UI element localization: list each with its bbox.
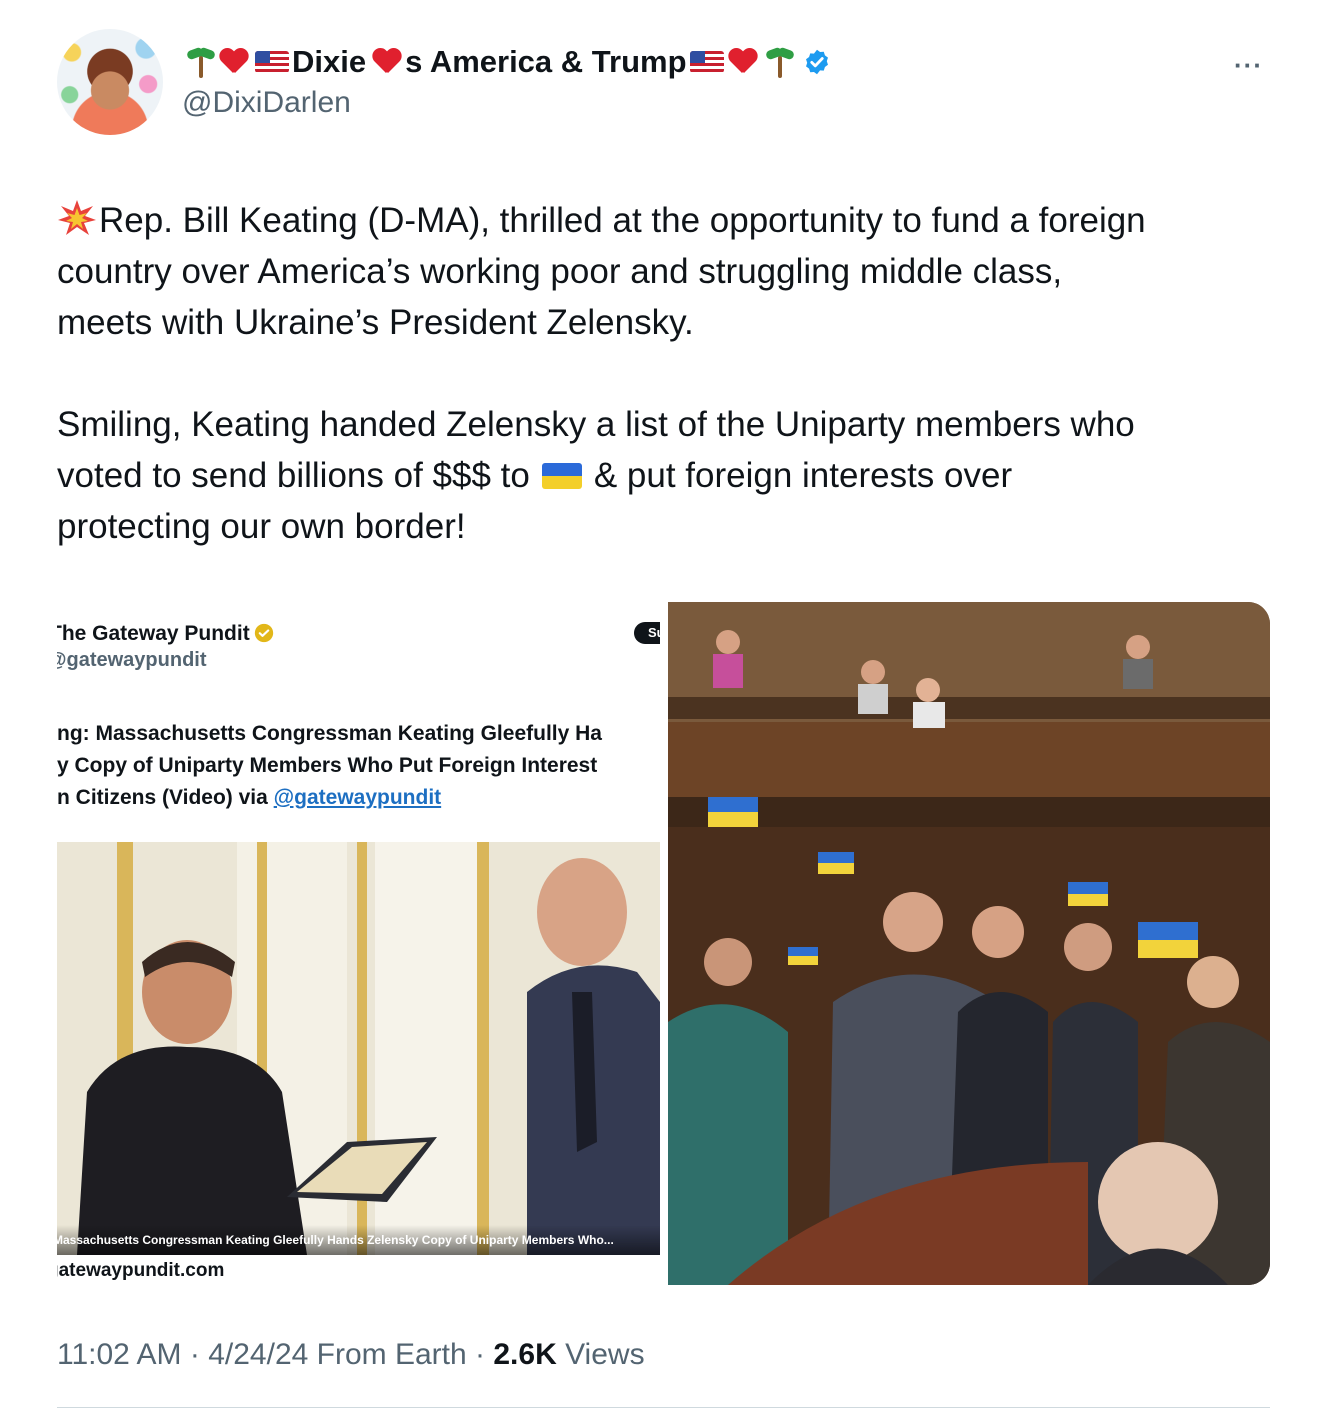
embed-photo (57, 842, 660, 1255)
separator: · (475, 1338, 486, 1371)
post-paragraph-1: Rep. Bill Keating (D-MA), thrilled at th… (57, 201, 1146, 342)
author-avatar[interactable] (57, 29, 163, 135)
red-heart-icon (374, 49, 402, 75)
embed-domain: gatewaypundit.com (57, 1260, 225, 1281)
views-count[interactable]: 2.6K (493, 1338, 556, 1371)
red-heart-icon (730, 49, 758, 75)
embed-source-handle: @gatewaypundit (57, 649, 207, 671)
palm-tree-icon (764, 46, 795, 78)
ukraine-flag-icon (541, 463, 582, 489)
author-handle[interactable]: @DixiDarlen (182, 86, 351, 120)
us-flag-icon (255, 51, 289, 73)
embed-handle-link: @gatewaypundit (273, 786, 442, 809)
palm-tree-icon (185, 46, 217, 78)
chamber-photo-illustration (668, 602, 1270, 1285)
display-name-part-2: s America & Trump (405, 44, 687, 79)
post-source: From Earth (316, 1338, 467, 1371)
post-date[interactable]: 4/24/24 (208, 1338, 308, 1371)
more-options-icon[interactable]: ··· (1234, 50, 1263, 81)
display-name-part-1: Dixie (292, 44, 367, 79)
verified-badge-icon[interactable] (803, 48, 831, 76)
divider (57, 1407, 1270, 1408)
gold-verified-icon (254, 623, 273, 643)
subscribe-button: Su (634, 622, 660, 644)
card-caption: Massachusetts Congressman Keating Gleefu… (57, 1225, 660, 1255)
red-heart-icon (221, 49, 249, 75)
collision-icon (58, 200, 96, 235)
us-flag-icon (689, 51, 724, 73)
views-label: Views (565, 1338, 645, 1371)
embed-headline: ng: Massachusetts Congressman Keating Gl… (57, 722, 602, 809)
post-metadata: 11:02 AM · 4/24/24 From Earth · 2.6K Vie… (57, 1338, 645, 1372)
media-image-embed-screenshot[interactable]: The Gateway Pundit @gatewaypundit Su ng:… (57, 602, 660, 1285)
media-image-chamber[interactable] (668, 602, 1270, 1285)
embed-source-name: The Gateway Pundit (57, 622, 274, 646)
meeting-photo-illustration (57, 842, 660, 1255)
separator: · (189, 1338, 200, 1371)
author-display-name[interactable]: Dixie s America & Trump (182, 40, 831, 84)
post-text: Rep. Bill Keating (D-MA), thrilled at th… (57, 195, 1277, 552)
post-time[interactable]: 11:02 AM (57, 1338, 182, 1371)
